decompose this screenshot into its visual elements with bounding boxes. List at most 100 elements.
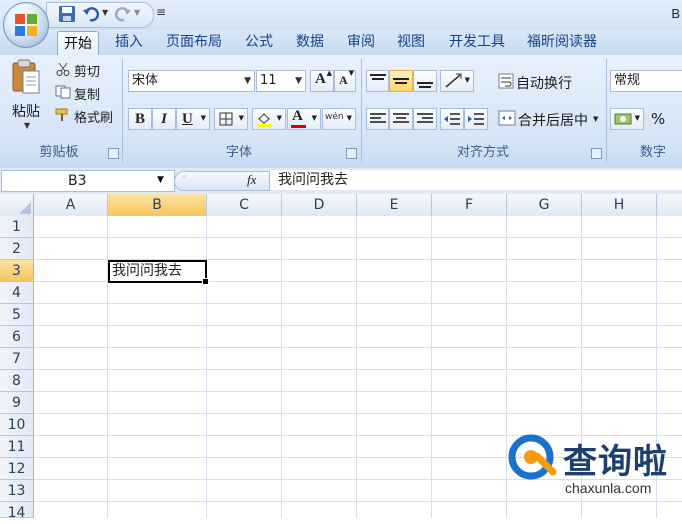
tab-developer[interactable]: 开发工具 — [443, 30, 511, 55]
accounting-format-button[interactable]: ▼ — [610, 108, 644, 130]
alignment-dialog-launcher-icon[interactable] — [591, 148, 602, 159]
increase-indent-button[interactable] — [464, 108, 488, 130]
accounting-dropdown-icon[interactable]: ▼ — [635, 114, 640, 122]
shrink-font-button[interactable]: A ▼ — [334, 69, 356, 92]
fill-color-button[interactable]: ▼ — [252, 108, 286, 130]
paste-dropdown-icon[interactable]: ▼ — [24, 121, 30, 130]
tab-view[interactable]: 视图 — [391, 30, 431, 55]
font-dialog-launcher-icon[interactable] — [346, 148, 357, 159]
font-size-dropdown-icon[interactable]: ▼ — [295, 71, 302, 91]
column-header-f[interactable]: F — [432, 194, 507, 216]
row-header-1[interactable]: 1 — [0, 216, 34, 238]
select-all-button[interactable] — [0, 194, 34, 216]
align-middle-button[interactable] — [389, 70, 413, 92]
name-box[interactable]: B3 — [1, 170, 175, 192]
grow-font-button[interactable]: A ▲ — [310, 69, 334, 92]
align-left-button[interactable] — [366, 108, 389, 130]
align-right-button[interactable] — [413, 108, 437, 130]
font-name-combo[interactable]: 宋体 ▼ — [128, 70, 255, 92]
paste-icon[interactable] — [11, 59, 41, 95]
row-header-10[interactable]: 10 — [0, 414, 34, 436]
underline-button[interactable]: U ▼ — [176, 108, 210, 130]
formula-bar-grip-icon[interactable]: ◦ — [182, 173, 187, 183]
cut-icon[interactable] — [56, 62, 70, 76]
wrap-text-button[interactable]: 自动换行 — [516, 73, 572, 93]
redo-icon[interactable] — [114, 5, 132, 23]
cut-button[interactable]: 剪切 — [74, 61, 100, 80]
customize-qat-icon[interactable]: ≡ — [156, 5, 166, 19]
tab-foxit-reader[interactable]: 福昕阅读器 — [521, 30, 603, 55]
formula-input[interactable]: 我问问我去 — [270, 170, 682, 190]
borders-button[interactable]: ▼ — [214, 108, 248, 130]
undo-icon[interactable] — [82, 5, 100, 23]
row-header-6[interactable]: 6 — [0, 326, 34, 348]
fill-color-dropdown-icon[interactable]: ▼ — [277, 114, 282, 122]
row-header-13[interactable]: 13 — [0, 480, 34, 502]
redo-dropdown-icon[interactable]: ▼ — [134, 8, 140, 17]
row-header-7[interactable]: 7 — [0, 348, 34, 370]
active-cell-b3[interactable]: 我问问我去 — [108, 260, 209, 285]
fill-handle[interactable] — [202, 278, 209, 285]
orientation-dropdown-icon[interactable]: ▼ — [465, 76, 470, 84]
format-painter-button[interactable]: 格式刷 — [74, 107, 113, 126]
tab-insert[interactable]: 插入 — [109, 30, 149, 55]
column-header-h[interactable]: H — [582, 194, 657, 216]
wrap-text-icon[interactable] — [498, 73, 514, 89]
row-header-2[interactable]: 2 — [0, 238, 34, 260]
tab-page-layout[interactable]: 页面布局 — [160, 30, 228, 55]
font-color-dropdown-icon[interactable]: ▼ — [312, 114, 317, 122]
italic-button[interactable]: I — [152, 108, 176, 130]
font-size-combo[interactable]: 11 ▼ — [256, 70, 306, 92]
underline-dropdown-icon[interactable]: ▼ — [201, 114, 206, 122]
row-header-9[interactable]: 9 — [0, 392, 34, 414]
text-orientation-icon — [445, 73, 462, 88]
align-center-button[interactable] — [389, 108, 413, 130]
format-painter-icon[interactable] — [55, 108, 71, 122]
paste-button[interactable]: 粘贴 — [12, 101, 40, 121]
align-top-button[interactable] — [366, 70, 389, 92]
align-bottom-button[interactable] — [413, 70, 437, 92]
row-header-4[interactable]: 4 — [0, 282, 34, 304]
save-icon[interactable] — [58, 5, 76, 23]
column-header-partial[interactable] — [657, 194, 682, 216]
font-color-button[interactable]: A ▼ — [287, 108, 321, 130]
undo-dropdown-icon[interactable]: ▼ — [102, 8, 108, 17]
tab-home[interactable]: 开始 — [57, 31, 99, 56]
borders-dropdown-icon[interactable]: ▼ — [239, 114, 244, 122]
office-button[interactable] — [3, 2, 49, 48]
column-header-g[interactable]: G — [507, 194, 582, 216]
row-header-12[interactable]: 12 — [0, 458, 34, 480]
watermark-logo-icon — [508, 434, 557, 480]
tab-review[interactable]: 审阅 — [341, 30, 381, 55]
number-format-combo[interactable]: 常规 — [610, 70, 682, 92]
decrease-indent-button[interactable] — [440, 108, 464, 130]
tab-data[interactable]: 数据 — [290, 30, 330, 55]
column-header-e[interactable]: E — [357, 194, 432, 216]
copy-icon[interactable] — [55, 85, 71, 99]
insert-function-icon[interactable]: fx — [247, 172, 256, 188]
font-name-dropdown-icon[interactable]: ▼ — [244, 71, 251, 91]
row-header-8[interactable]: 8 — [0, 370, 34, 392]
merge-dropdown-icon[interactable]: ▼ — [593, 115, 598, 123]
column-header-b[interactable]: B — [108, 194, 207, 216]
row-header-14[interactable]: 14 — [0, 502, 34, 521]
merge-center-icon[interactable] — [498, 110, 516, 126]
name-box-dropdown-icon[interactable]: ▼ — [157, 175, 164, 185]
column-header-c[interactable]: C — [207, 194, 282, 216]
row-header-11[interactable]: 11 — [0, 436, 34, 458]
percent-style-button[interactable]: % — [651, 110, 665, 128]
column-headers: A B C D E F G H — [0, 194, 682, 217]
copy-button[interactable]: 复制 — [74, 84, 100, 103]
row-header-3[interactable]: 3 — [0, 260, 34, 282]
tab-formulas[interactable]: 公式 — [239, 30, 279, 55]
column-header-d[interactable]: D — [282, 194, 357, 216]
row-header-5[interactable]: 5 — [0, 304, 34, 326]
column-header-a[interactable]: A — [34, 194, 108, 216]
orientation-button[interactable]: ▼ — [440, 70, 474, 92]
clipboard-dialog-launcher-icon[interactable] — [108, 148, 119, 159]
phonetic-guide-button[interactable]: wén ▼ — [322, 108, 356, 130]
grow-arrow-icon: ▲ — [326, 69, 332, 77]
bold-button[interactable]: B — [128, 108, 152, 130]
phonetic-dropdown-icon[interactable]: ▼ — [347, 114, 352, 122]
merge-center-button[interactable]: 合并后居中 — [518, 110, 588, 130]
